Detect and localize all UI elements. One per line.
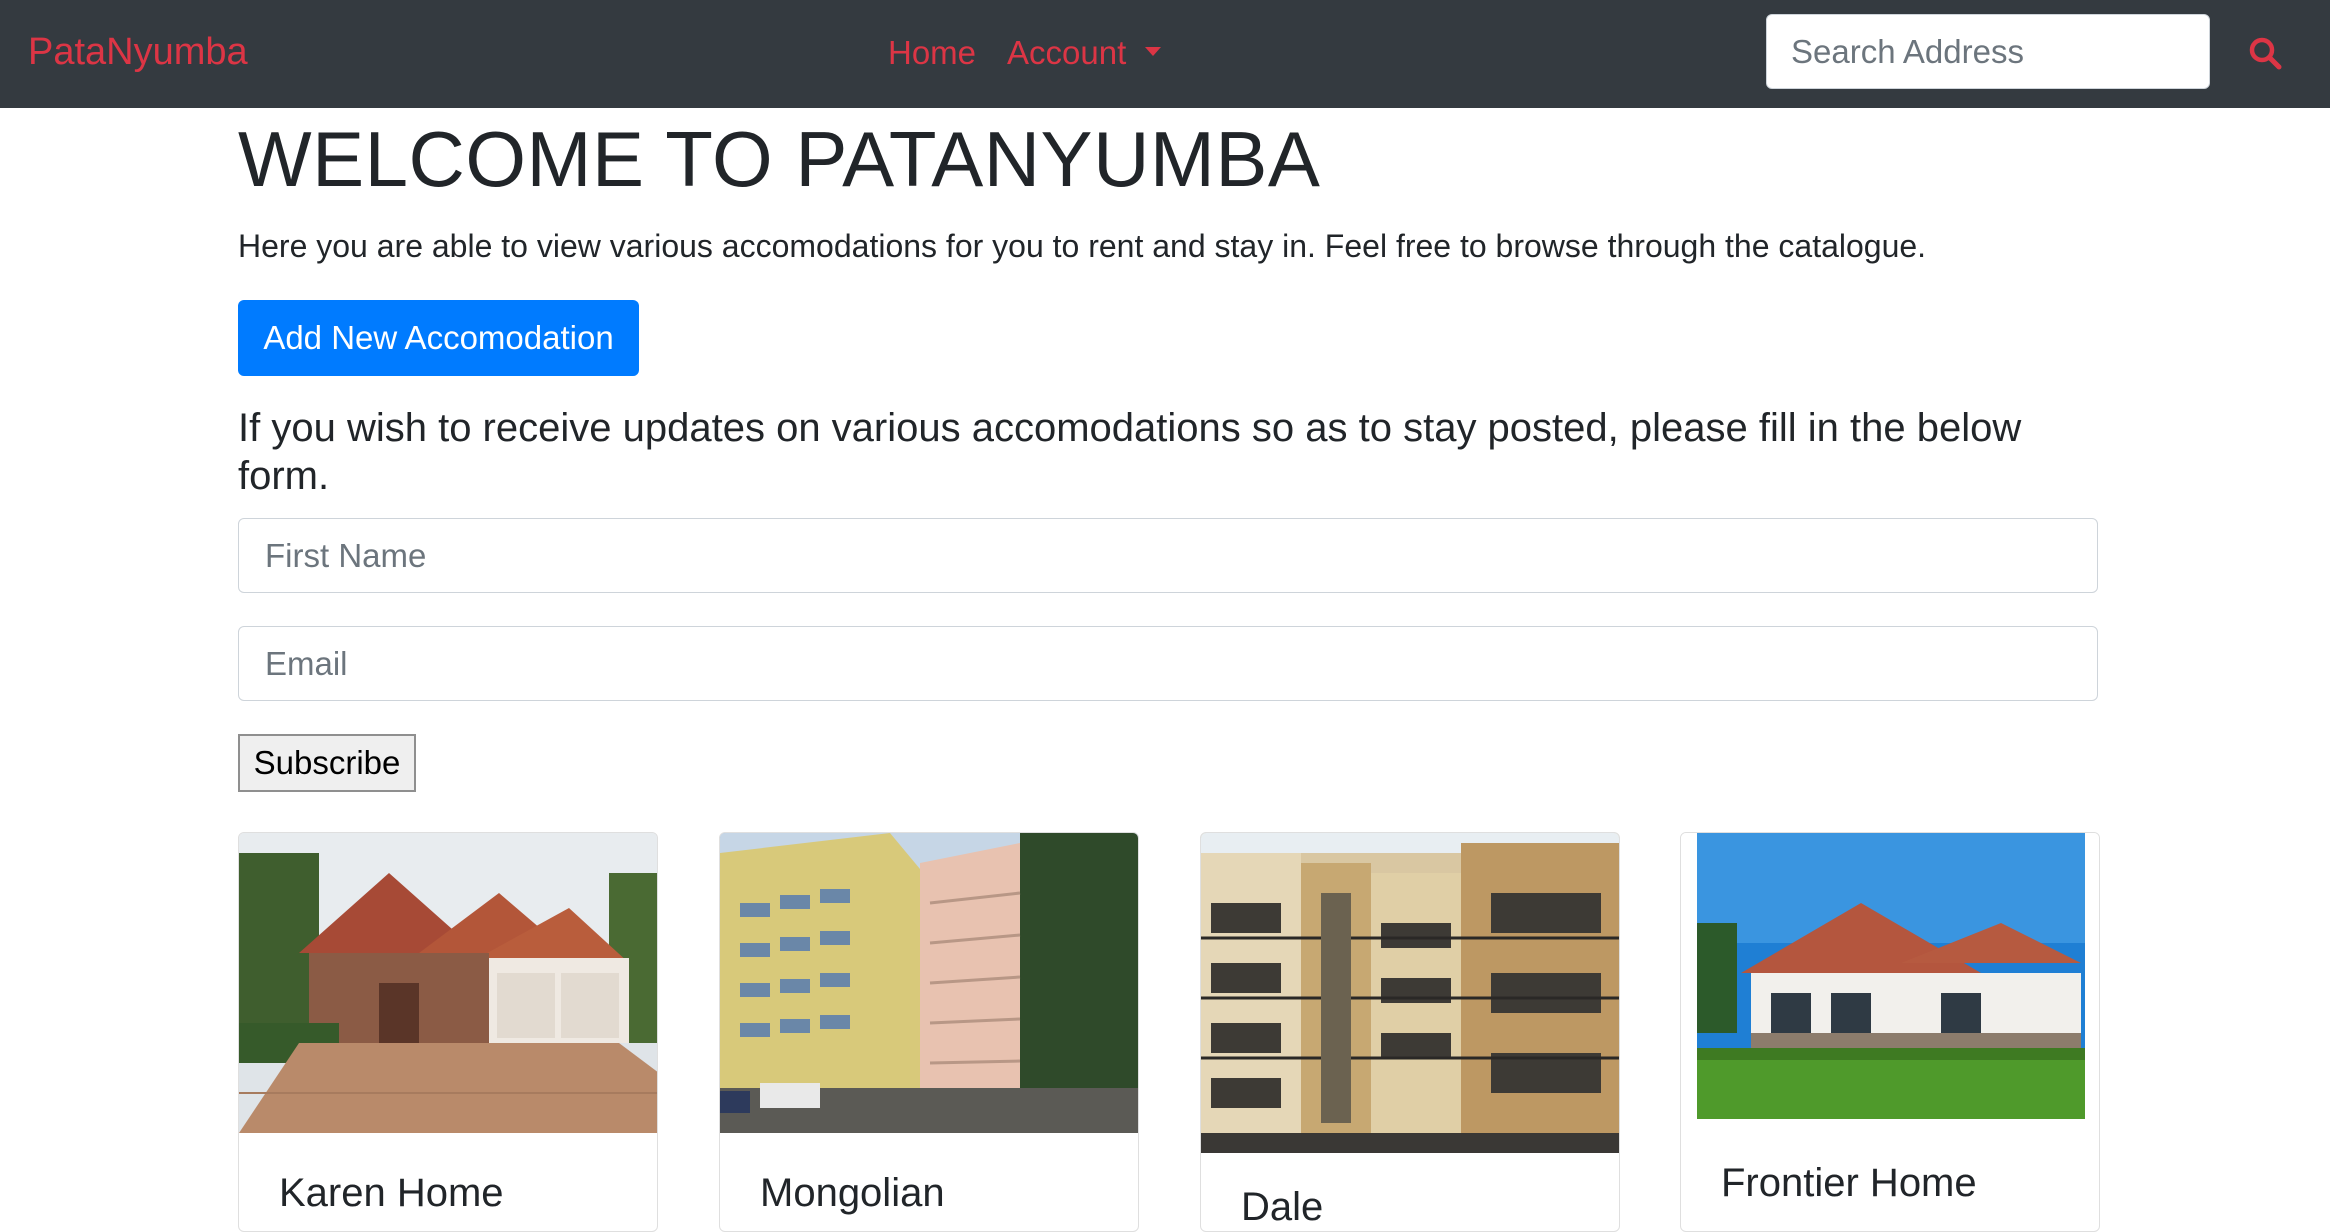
first-name-field[interactable]: First Name: [238, 518, 2098, 593]
listing-title: Frontier Home: [1721, 1161, 1977, 1205]
listing-title: Dale: [1241, 1185, 1324, 1229]
email-field[interactable]: Email: [238, 626, 2098, 701]
intro-text: Here you are able to view various accomo…: [238, 228, 1927, 264]
brand-logo[interactable]: PataNyumba: [28, 28, 248, 76]
subscribe-button[interactable]: Subscribe: [238, 734, 416, 792]
search-icon[interactable]: [2246, 34, 2286, 74]
search-input[interactable]: Search Address: [1766, 14, 2210, 89]
nav-account-dropdown[interactable]: Account: [1007, 30, 1126, 76]
listing-card[interactable]: Frontier Home: [1680, 832, 2100, 1232]
listing-photo: [720, 833, 1138, 1133]
subscribe-heading: If you wish to receive updates on variou…: [238, 406, 2022, 498]
nav-home[interactable]: Home: [888, 30, 976, 76]
listing-card[interactable]: Mongolian: [719, 832, 1139, 1232]
add-accomodation-button[interactable]: Add New Accomodation: [238, 300, 639, 376]
listing-photo: [1681, 833, 2099, 1133]
listing-photo: [1201, 833, 1619, 1153]
page-title: WELCOME TO PATANYUMBA: [238, 115, 1321, 203]
listing-photo: [239, 833, 657, 1133]
listing-card[interactable]: Karen Home: [238, 832, 658, 1232]
caret-down-icon[interactable]: [1145, 47, 1161, 56]
listing-card[interactable]: Dale: [1200, 832, 1620, 1232]
top-navbar: PataNyumba Home Account Search Address: [0, 0, 2330, 108]
